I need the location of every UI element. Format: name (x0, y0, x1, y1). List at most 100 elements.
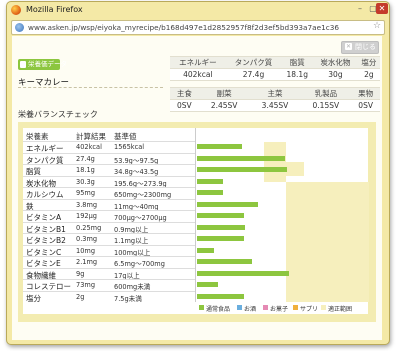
nutrient-result: 9g (76, 269, 85, 278)
row-divider (23, 152, 195, 154)
meal-value: 0.15SV (300, 99, 352, 112)
row-divider (23, 175, 195, 177)
nutrient-bar (197, 282, 218, 287)
close-button[interactable]: ✕ 閉じる (341, 41, 379, 54)
nutrient-result: 402kcal (76, 143, 102, 151)
summary-header: 塩分 (357, 56, 380, 69)
nutrient-standard: 17g以上 (114, 271, 140, 280)
nutrient-standard: 1565kcal (114, 143, 145, 151)
document-icon (20, 61, 26, 68)
address-bar[interactable]: www.asken.jp/wsp/eiyoka_myrecipe/b168d49… (11, 20, 385, 35)
summary-value: 30g (313, 68, 358, 81)
legend-swatch (293, 305, 298, 310)
meal-header: 主食 (170, 87, 199, 100)
row-divider (23, 164, 195, 165)
browser-window: Mozilla Firefox – ▢ ✕ www.asken.jp/wsp/e… (6, 1, 390, 345)
nutrient-result: 27.4g (76, 154, 95, 163)
site-globe-icon (15, 23, 24, 32)
nutrient-bar (197, 259, 252, 264)
nutrition-data-badge: 栄養価データ (18, 59, 67, 70)
legend-label: お酒 (244, 306, 257, 313)
row-divider (23, 279, 195, 280)
nutrient-standard: 6.5mg〜700mg (114, 260, 165, 268)
proper-range-band (286, 182, 369, 302)
bookmark-star-icon[interactable]: ☆ (373, 21, 381, 31)
nutrient-bar (197, 236, 244, 241)
nutrient-bar (197, 293, 244, 299)
row-divider (23, 256, 195, 257)
nutrient-bar (197, 270, 289, 276)
nutrient-result: 18.1g (76, 166, 95, 174)
meal-header: 果物 (351, 87, 380, 100)
nutrient-bar (197, 155, 285, 161)
balance-check-panel: 栄養素 計算結果 基準値 エネルギー 402kcal 1565kcal タンパク質 27… (18, 122, 376, 322)
nutrient-standard: 53.9g〜97.5g (114, 156, 159, 165)
meal-header: 主菜 (249, 87, 301, 100)
row-divider (23, 198, 195, 200)
nutrient-bar (197, 224, 245, 230)
summary-value: 27.4g (225, 68, 282, 81)
legend-label: 適正範囲 (328, 306, 353, 313)
nutrient-standard: 650mg〜2300mg (114, 191, 172, 199)
meal-header: 副菜 (198, 87, 250, 100)
nutrient-result: 0.25mg (76, 223, 102, 232)
meal-value: 0SV (351, 99, 380, 112)
summary-header: エネルギー (170, 56, 226, 69)
row-divider (23, 244, 195, 246)
meal-header: 乳製品 (300, 87, 352, 100)
summary-value: 2g (357, 68, 380, 81)
nutrient-bar (197, 144, 242, 149)
meal-value: 0SV (170, 99, 199, 112)
window-close-button[interactable]: ✕ (376, 3, 388, 14)
firefox-icon (11, 5, 21, 15)
window-title: Mozilla Firefox (26, 5, 83, 14)
nutrient-standard: 600mg未満 (114, 283, 151, 291)
nutrient-bar (197, 178, 223, 184)
section-title: 栄養バランスチェック (18, 110, 98, 119)
nutrient-result: 3.8mg (76, 200, 98, 209)
nutrient-bar (197, 190, 223, 195)
nutrient-standard: 195.6g〜273.9g (114, 179, 167, 188)
nutrient-name: 塩分 (26, 293, 41, 303)
legend-label: サプリ (300, 306, 319, 313)
nutrient-result: 0.3mg (76, 235, 98, 243)
badge-label: 栄養価データ (28, 60, 67, 68)
minimize-button[interactable]: – (355, 4, 365, 14)
summary-header: タンパク質 (225, 56, 282, 69)
meal-value: 3.45SV (249, 99, 301, 112)
nutrient-bar (197, 213, 244, 218)
row-divider (23, 233, 195, 234)
legend-swatch (199, 305, 204, 310)
page-content: ✕ 閉じる 栄養価データ キーマカレー エネルギー タンパク質 脂質 炭水化物 … (12, 36, 382, 340)
meal-value: 2.45SV (198, 99, 250, 112)
row-divider (23, 141, 195, 142)
nutrient-standard: 700μg〜2700μg (114, 214, 167, 222)
legend-label: お菓子 (270, 306, 289, 313)
nutrient-result: 95mg (76, 189, 95, 197)
nutrient-standard: 34.8g〜43.5g (114, 168, 159, 176)
legend-swatch (237, 305, 242, 310)
nutrient-result: 30.3g (76, 177, 95, 186)
summary-value: 18.1g (281, 68, 314, 81)
meal-balance-table: 主食 副菜 主菜 乳製品 果物 0SV 2.45SV 3.45SV 0.15SV… (170, 87, 380, 112)
nutrient-standard: 7.5g未満 (114, 294, 142, 303)
nutrient-result: 2.1mg (76, 258, 98, 266)
nutrient-standard: 11mg〜40mg (114, 202, 159, 211)
summary-value: 402kcal (170, 68, 226, 81)
scrollbar[interactable] (383, 36, 388, 340)
nutrient-standard: 0.9mg以上 (114, 225, 149, 234)
url-text[interactable]: www.asken.jp/wsp/eiyoka_myrecipe/b168d49… (28, 23, 339, 32)
nutrient-result: 192μg (76, 212, 97, 220)
row-divider (23, 210, 195, 211)
legend-label: 通常食品 (206, 306, 231, 313)
nutrient-standard: 1.1mg以上 (114, 237, 149, 245)
legend-swatch (321, 305, 326, 310)
legend-swatch (263, 305, 268, 310)
nutrient-result: 10mg (76, 246, 95, 255)
row-divider (23, 267, 195, 269)
row-divider (23, 290, 195, 292)
nutrient-bar (197, 167, 287, 172)
nutrient-bar (197, 201, 258, 207)
nutrient-result: 2g (76, 292, 85, 301)
balance-check-table: 栄養素 計算結果 基準値 エネルギー 402kcal 1565kcal タンパク質 27… (23, 128, 369, 314)
